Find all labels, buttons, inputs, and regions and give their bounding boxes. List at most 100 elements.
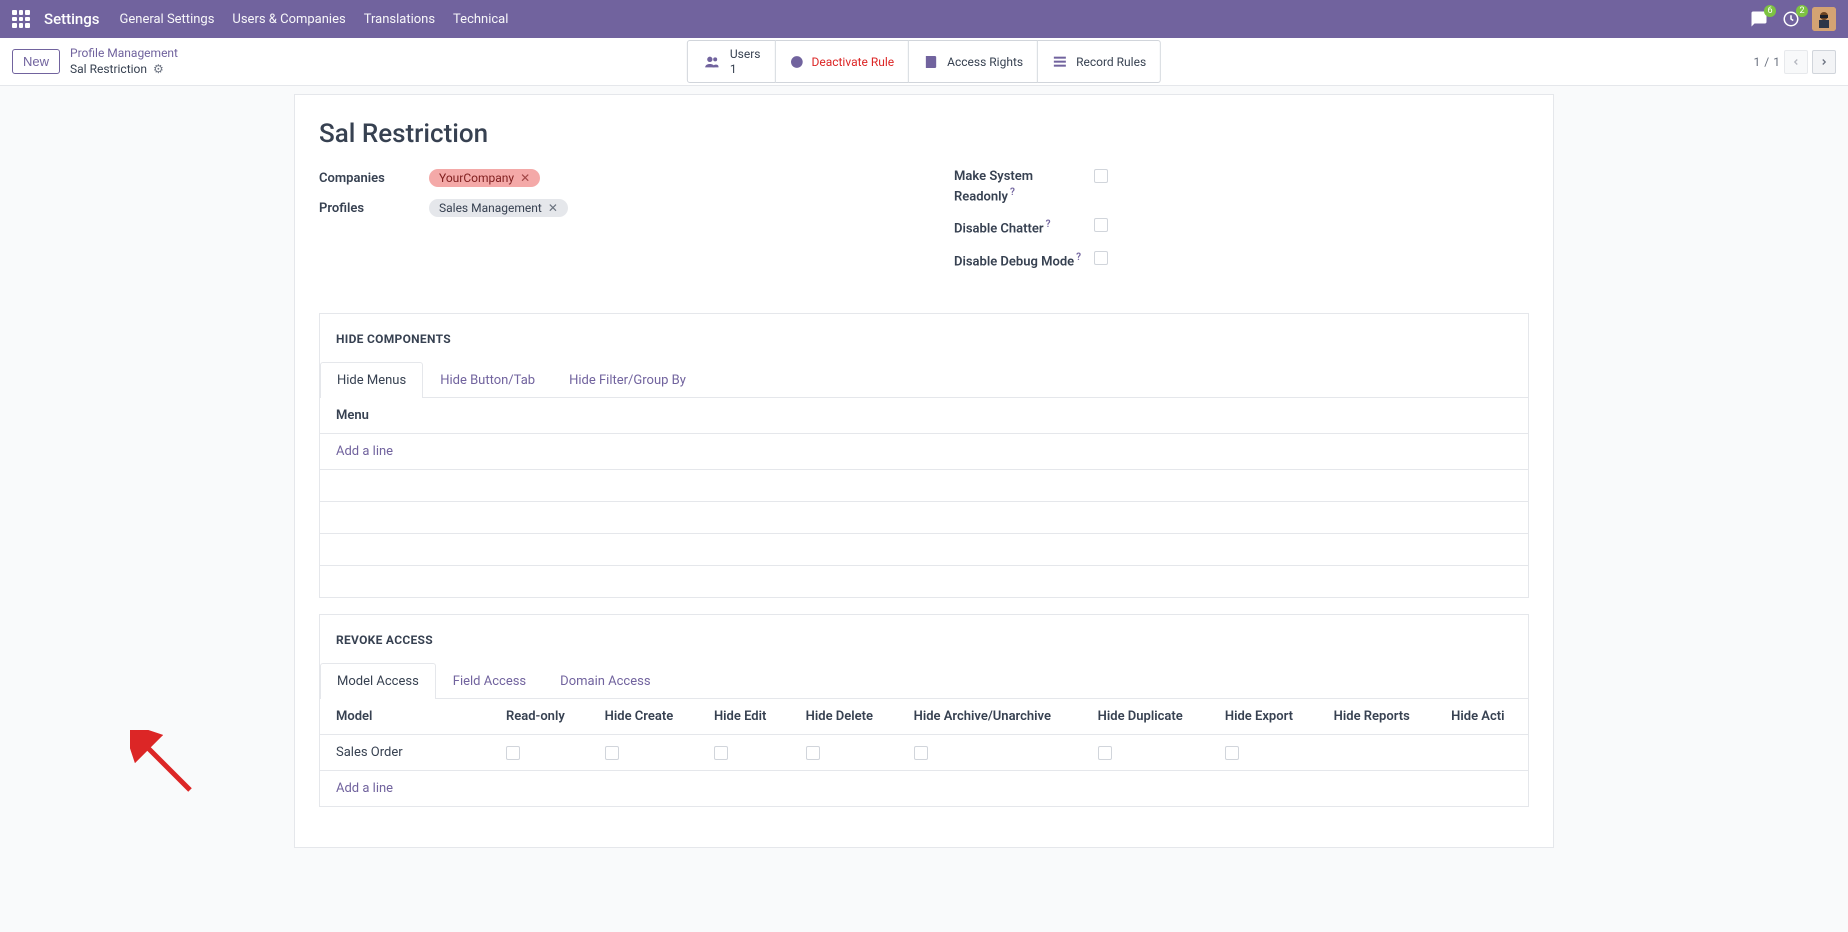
- revoke-access-title: REVOKE ACCESS: [336, 633, 1512, 647]
- breadcrumb-parent[interactable]: Profile Management: [70, 46, 178, 62]
- checkbox-hide-export[interactable]: [1225, 746, 1239, 760]
- checkbox-readonly[interactable]: [506, 746, 520, 760]
- breadcrumb-current: Sal Restriction ⚙: [70, 62, 178, 78]
- profiles-label: Profiles: [319, 199, 429, 216]
- list-icon: [1052, 54, 1068, 70]
- disable-chatter-checkbox[interactable]: [1094, 218, 1108, 232]
- apps-icon[interactable]: [12, 10, 30, 28]
- disable-debug-label: Disable Debug Mode: [954, 254, 1074, 269]
- add-line-link[interactable]: Add a line: [336, 781, 393, 796]
- tab-domain-access[interactable]: Domain Access: [543, 663, 667, 699]
- pager-current: 1: [1754, 55, 1761, 69]
- pager: 1 / 1: [1754, 50, 1836, 74]
- stat-access-rights-label: Access Rights: [947, 55, 1023, 69]
- nav-general-settings[interactable]: General Settings: [120, 12, 215, 27]
- breadcrumb: Profile Management Sal Restriction ⚙: [70, 46, 178, 77]
- tab-hide-filter-group[interactable]: Hide Filter/Group By: [552, 362, 703, 398]
- field-companies: Companies YourCompany ✕: [319, 169, 894, 187]
- col-readonly: Read-only: [490, 699, 589, 735]
- table-row: [320, 469, 1528, 501]
- close-icon[interactable]: ✕: [548, 201, 558, 215]
- book-icon: [923, 54, 939, 70]
- stat-users[interactable]: Users 1: [687, 40, 776, 83]
- col-hide-duplicate: Hide Duplicate: [1082, 699, 1209, 735]
- model-access-table: Model Read-only Hide Create Hide Edit Hi…: [320, 699, 1528, 806]
- stat-access-rights[interactable]: Access Rights: [909, 40, 1038, 83]
- checkbox-hide-archive[interactable]: [914, 746, 928, 760]
- make-readonly-label: Make System Readonly: [954, 169, 1033, 204]
- checkbox-hide-create[interactable]: [605, 746, 619, 760]
- top-nav: Settings General Settings Users & Compan…: [0, 0, 1848, 38]
- checkbox-hide-delete[interactable]: [806, 746, 820, 760]
- hide-components-tabs: Hide Menus Hide Button/Tab Hide Filter/G…: [320, 362, 1528, 398]
- pager-total: 1: [1773, 55, 1780, 69]
- record-title[interactable]: Sal Restriction: [319, 119, 1529, 149]
- table-row: [320, 533, 1528, 565]
- messages-icon[interactable]: 6: [1748, 8, 1770, 30]
- table-row[interactable]: Add a line: [320, 433, 1528, 469]
- nav-menu: General Settings Users & Companies Trans…: [120, 12, 1748, 27]
- checkbox-hide-edit[interactable]: [714, 746, 728, 760]
- nav-users-companies[interactable]: Users & Companies: [232, 12, 345, 27]
- stat-users-count: 1: [730, 62, 761, 76]
- col-hide-acti: Hide Acti: [1435, 699, 1528, 735]
- avatar[interactable]: [1812, 7, 1836, 31]
- field-make-readonly: Make System Readonly?: [954, 169, 1529, 206]
- stat-users-label: Users: [730, 47, 761, 61]
- col-model: Model: [320, 699, 490, 735]
- pager-prev[interactable]: [1784, 50, 1808, 74]
- control-bar: New Profile Management Sal Restriction ⚙…: [0, 38, 1848, 86]
- new-button[interactable]: New: [12, 49, 60, 74]
- table-row: [320, 565, 1528, 597]
- checkbox-hide-duplicate[interactable]: [1098, 746, 1112, 760]
- stat-record-rules[interactable]: Record Rules: [1038, 40, 1161, 83]
- tab-hide-menus[interactable]: Hide Menus: [320, 362, 423, 398]
- hide-menus-table: Menu Add a line: [320, 398, 1528, 598]
- tab-hide-button-tab[interactable]: Hide Button/Tab: [423, 362, 552, 398]
- table-row: [320, 501, 1528, 533]
- field-grid: Companies YourCompany ✕ Profiles Sales M…: [319, 169, 1529, 283]
- users-icon: [702, 54, 722, 70]
- help-icon[interactable]: ?: [1076, 252, 1081, 263]
- hide-components-title: HIDE COMPONENTS: [336, 332, 1512, 346]
- disable-chatter-label: Disable Chatter: [954, 222, 1044, 237]
- company-tag[interactable]: YourCompany ✕: [429, 169, 540, 187]
- field-disable-debug: Disable Debug Mode?: [954, 251, 1529, 271]
- form-sheet: Sal Restriction Companies YourCompany ✕ …: [294, 94, 1554, 848]
- col-menu: Menu: [320, 398, 1528, 434]
- stat-deactivate-label: Deactivate Rule: [811, 55, 894, 69]
- cell-model[interactable]: Sales Order: [320, 735, 490, 771]
- col-hide-edit: Hide Edit: [698, 699, 790, 735]
- col-hide-reports: Hide Reports: [1318, 699, 1436, 735]
- table-row[interactable]: Sales Order: [320, 735, 1528, 771]
- disable-debug-checkbox[interactable]: [1094, 251, 1108, 265]
- table-row[interactable]: Add a line: [320, 771, 1528, 807]
- field-profiles: Profiles Sales Management ✕: [319, 199, 894, 217]
- chevron-right-icon: [1819, 57, 1829, 67]
- help-icon[interactable]: ?: [1046, 219, 1051, 230]
- tab-field-access[interactable]: Field Access: [436, 663, 543, 699]
- field-disable-chatter: Disable Chatter?: [954, 218, 1529, 238]
- hide-components-section: HIDE COMPONENTS Hide Menus Hide Button/T…: [319, 313, 1529, 599]
- add-line-link[interactable]: Add a line: [336, 444, 393, 459]
- pager-next[interactable]: [1812, 50, 1836, 74]
- nav-title[interactable]: Settings: [44, 10, 100, 28]
- gear-icon[interactable]: ⚙: [153, 62, 164, 78]
- form-wrap[interactable]: Sal Restriction Companies YourCompany ✕ …: [0, 86, 1848, 928]
- make-readonly-checkbox[interactable]: [1094, 169, 1108, 183]
- nav-right: 6 2: [1748, 7, 1836, 31]
- nav-translations[interactable]: Translations: [364, 12, 435, 27]
- messages-badge: 6: [1764, 5, 1776, 17]
- activity-badge: 2: [1796, 5, 1808, 17]
- stat-record-rules-label: Record Rules: [1076, 55, 1146, 69]
- revoke-tabs: Model Access Field Access Domain Access: [320, 663, 1528, 699]
- circle-icon: [789, 55, 803, 69]
- stat-deactivate[interactable]: Deactivate Rule: [775, 40, 909, 83]
- help-icon[interactable]: ?: [1010, 187, 1015, 198]
- stat-buttons: Users 1 Deactivate Rule Access Rights Re…: [687, 40, 1161, 83]
- activity-icon[interactable]: 2: [1780, 8, 1802, 30]
- tab-model-access[interactable]: Model Access: [320, 663, 436, 699]
- profile-tag[interactable]: Sales Management ✕: [429, 199, 568, 217]
- close-icon[interactable]: ✕: [520, 171, 530, 185]
- nav-technical[interactable]: Technical: [453, 12, 508, 27]
